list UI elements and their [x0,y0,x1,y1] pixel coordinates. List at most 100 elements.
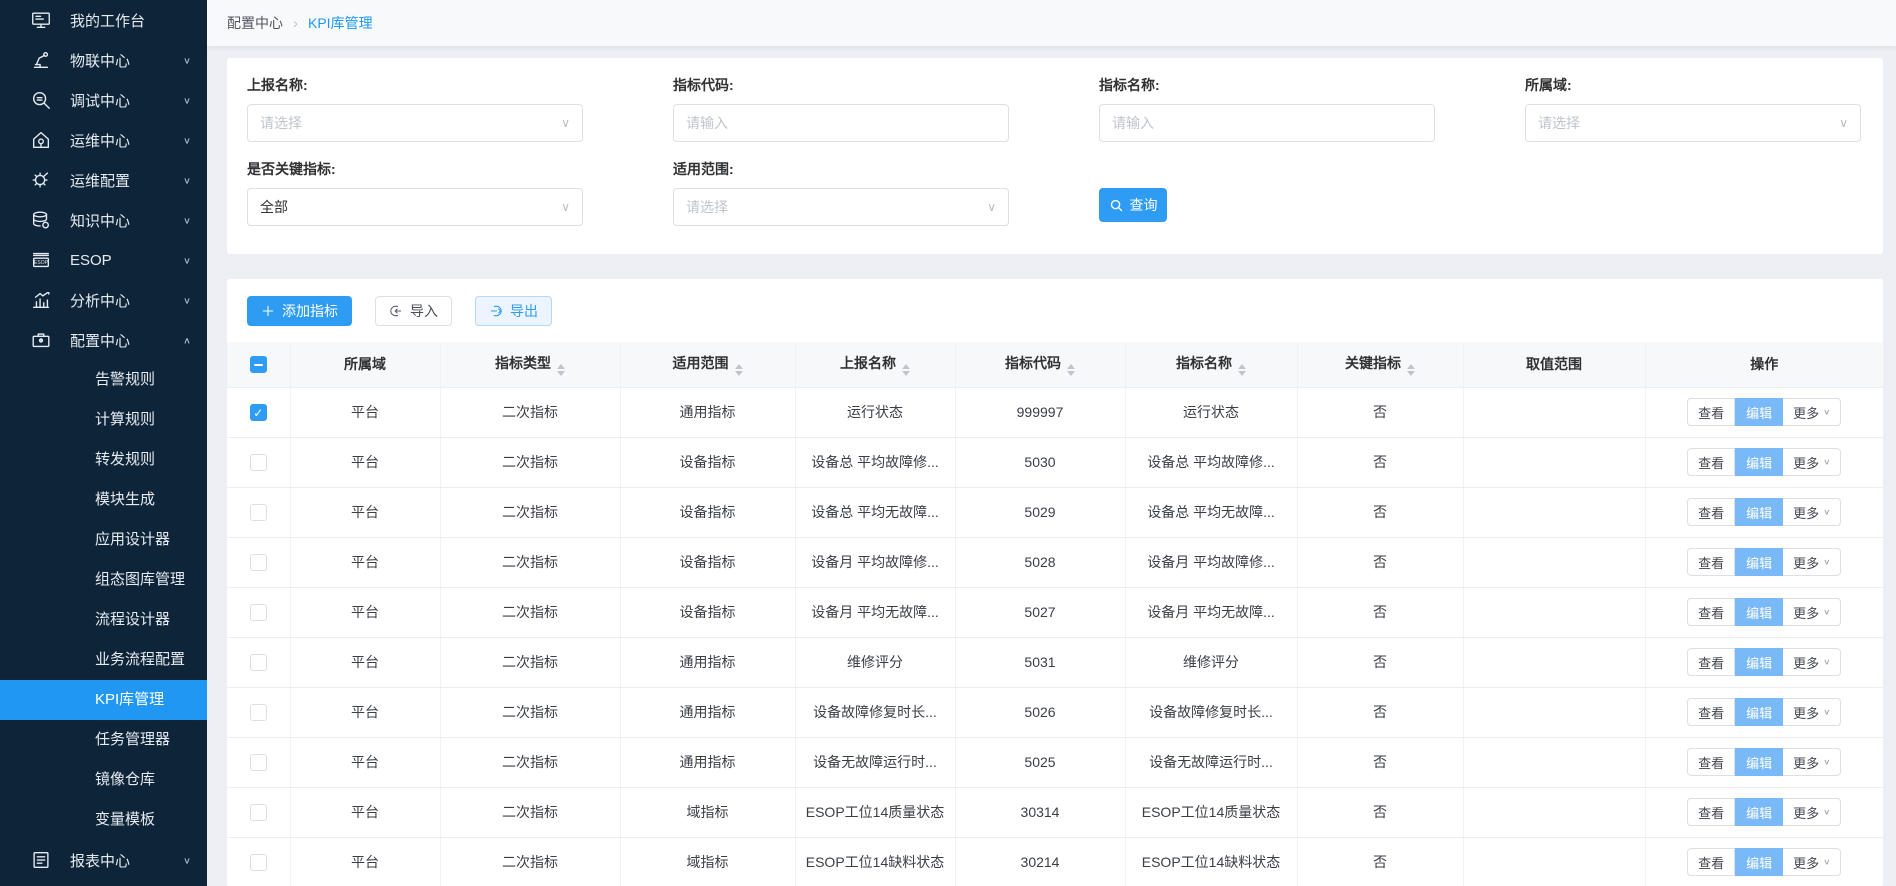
svg-text:ESOP: ESOP [34,260,49,266]
cell-type: 二次指标 [440,837,620,886]
row-checkbox[interactable] [250,804,267,821]
sidebar-item-kpi-library[interactable]: KPI库管理 [0,680,207,720]
more-button[interactable]: 更多∨ [1783,598,1841,626]
view-button[interactable]: 查看 [1687,548,1735,576]
domain-select[interactable]: 请选择 ∨ [1525,104,1861,142]
sort-icon[interactable] [1067,364,1075,376]
row-checkbox[interactable] [250,454,267,471]
cell-code: 5029 [955,487,1125,537]
view-button[interactable]: 查看 [1687,748,1735,776]
search-button[interactable]: 查询 [1099,188,1167,222]
cell-scope: 通用指标 [620,387,795,437]
view-button[interactable]: 查看 [1687,848,1735,876]
cell-report-name: ESOP工位14质量状态 [795,787,955,837]
edit-button[interactable]: 编辑 [1735,598,1783,626]
sidebar-item-report-center[interactable]: 报表中心 ∨ [0,840,207,880]
sidebar-item-iot[interactable]: 物联中心 ∨ [0,40,207,80]
sidebar-item-app-designer[interactable]: 应用设计器 [0,520,207,560]
more-button[interactable]: 更多∨ [1783,698,1841,726]
cell-domain: 平台 [290,737,440,787]
cell-key: 否 [1297,837,1463,886]
edit-button[interactable]: 编辑 [1735,748,1783,776]
row-checkbox[interactable] [250,754,267,771]
more-button[interactable]: 更多∨ [1783,448,1841,476]
sort-icon[interactable] [735,364,743,376]
sidebar-item-knowledge[interactable]: 知识中心 ∨ [0,200,207,240]
cell-key: 否 [1297,737,1463,787]
sidebar-item-config-center[interactable]: 配置中心 ∧ [0,320,207,360]
more-button[interactable]: 更多∨ [1783,798,1841,826]
sidebar-item-workbench[interactable]: 我的工作台 [0,0,207,40]
sort-icon[interactable] [902,364,910,376]
sidebar-item-ops[interactable]: 运维中心 ∨ [0,120,207,160]
sidebar-item-flow-designer[interactable]: 流程设计器 [0,600,207,640]
view-button[interactable]: 查看 [1687,448,1735,476]
view-button[interactable]: 查看 [1687,598,1735,626]
table-toolbar: 添加指标 导入 导出 [227,279,1883,342]
edit-button[interactable]: 编辑 [1735,698,1783,726]
cell-scope: 域指标 [620,787,795,837]
sort-icon[interactable] [557,364,565,376]
more-button[interactable]: 更多∨ [1783,848,1841,876]
cell-type: 二次指标 [440,437,620,487]
sidebar-item-scada-gallery[interactable]: 组态图库管理 [0,560,207,600]
col-domain: 所属域 [290,342,440,387]
ops-icon [30,129,52,151]
cell-report-name: 运行状态 [795,387,955,437]
view-button[interactable]: 查看 [1687,698,1735,726]
indicator-code-input[interactable]: 请输入 [673,104,1009,142]
edit-button[interactable]: 编辑 [1735,398,1783,426]
edit-button[interactable]: 编辑 [1735,548,1783,576]
view-button[interactable]: 查看 [1687,498,1735,526]
row-checkbox[interactable] [250,404,267,421]
more-button[interactable]: 更多∨ [1783,648,1841,676]
row-checkbox[interactable] [250,704,267,721]
sidebar-item-task-manager[interactable]: 任务管理器 [0,720,207,760]
cell-range [1463,837,1645,886]
export-button[interactable]: 导出 [475,296,552,326]
more-button[interactable]: 更多∨ [1783,548,1841,576]
row-checkbox[interactable] [250,654,267,671]
sidebar-item-analysis[interactable]: 分析中心 ∨ [0,280,207,320]
breadcrumb-current[interactable]: KPI库管理 [308,13,373,33]
edit-button[interactable]: 编辑 [1735,498,1783,526]
is-key-select[interactable]: 全部 ∨ [247,188,583,226]
sidebar-item-forward-rules[interactable]: 转发规则 [0,440,207,480]
cell-domain: 平台 [290,387,440,437]
edit-button[interactable]: 编辑 [1735,448,1783,476]
row-checkbox[interactable] [250,504,267,521]
sidebar-item-alarm-rules[interactable]: 告警规则 [0,360,207,400]
more-button[interactable]: 更多∨ [1783,748,1841,776]
select-all-checkbox[interactable] [250,356,267,373]
row-checkbox[interactable] [250,854,267,871]
edit-button[interactable]: 编辑 [1735,648,1783,676]
sidebar-item-var-template[interactable]: 变量模板 [0,800,207,840]
view-button[interactable]: 查看 [1687,648,1735,676]
edit-button[interactable]: 编辑 [1735,798,1783,826]
edit-button[interactable]: 编辑 [1735,848,1783,876]
kpi-table: 所属域 指标类型 适用范围 上报名称 指标代码 指标名称 关键指标 取值范围 操… [227,342,1883,886]
more-button[interactable]: 更多∨ [1783,498,1841,526]
sidebar-item-esop[interactable]: ESOP ESOP ∨ [0,240,207,280]
sidebar-item-debug[interactable]: 调试中心 ∨ [0,80,207,120]
cell-domain: 平台 [290,487,440,537]
row-checkbox[interactable] [250,554,267,571]
view-button[interactable]: 查看 [1687,798,1735,826]
indicator-name-input[interactable]: 请输入 [1099,104,1435,142]
sort-icon[interactable] [1407,364,1415,376]
more-button[interactable]: 更多∨ [1783,398,1841,426]
indicator-code-label: 指标代码: [673,75,1009,95]
sidebar-item-ops-config[interactable]: 运维配置 ∨ [0,160,207,200]
breadcrumb-parent[interactable]: 配置中心 [227,13,283,33]
report-name-select[interactable]: 请选择 ∨ [247,104,583,142]
scope-select[interactable]: 请选择 ∨ [673,188,1009,226]
add-indicator-button[interactable]: 添加指标 [247,296,352,326]
import-button[interactable]: 导入 [375,296,452,326]
sort-icon[interactable] [1238,364,1246,376]
sidebar-item-module-gen[interactable]: 模块生成 [0,480,207,520]
row-checkbox[interactable] [250,604,267,621]
view-button[interactable]: 查看 [1687,398,1735,426]
sidebar-item-calc-rules[interactable]: 计算规则 [0,400,207,440]
sidebar-item-image-repo[interactable]: 镜像仓库 [0,760,207,800]
sidebar-item-biz-flow-config[interactable]: 业务流程配置 [0,640,207,680]
